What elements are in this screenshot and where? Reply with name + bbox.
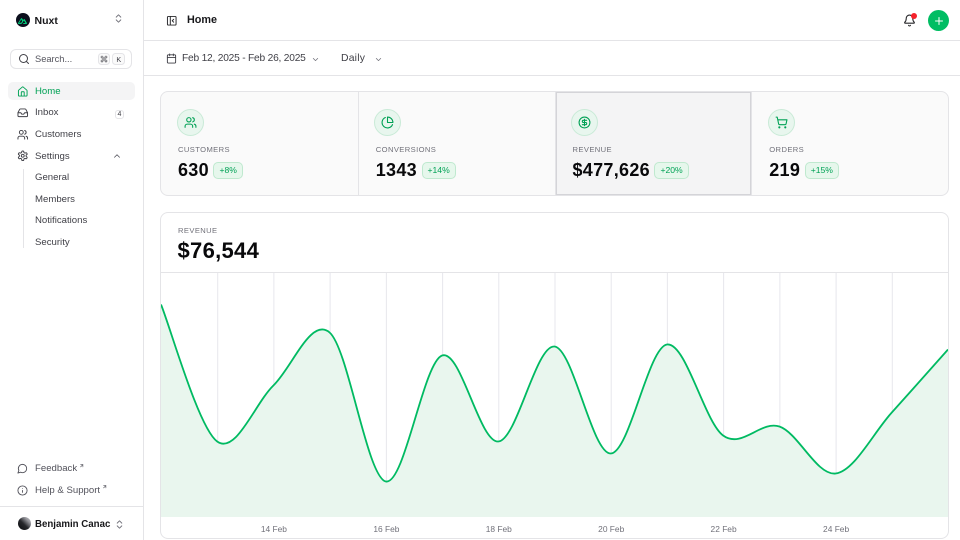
svg-text:16 Feb: 16 Feb: [373, 524, 399, 534]
svg-text:22 Feb: 22 Feb: [711, 524, 737, 534]
svg-text:18 Feb: 18 Feb: [486, 524, 512, 534]
svg-text:24 Feb: 24 Feb: [823, 524, 849, 534]
svg-text:20 Feb: 20 Feb: [598, 524, 624, 534]
svg-text:14 Feb: 14 Feb: [261, 524, 287, 534]
